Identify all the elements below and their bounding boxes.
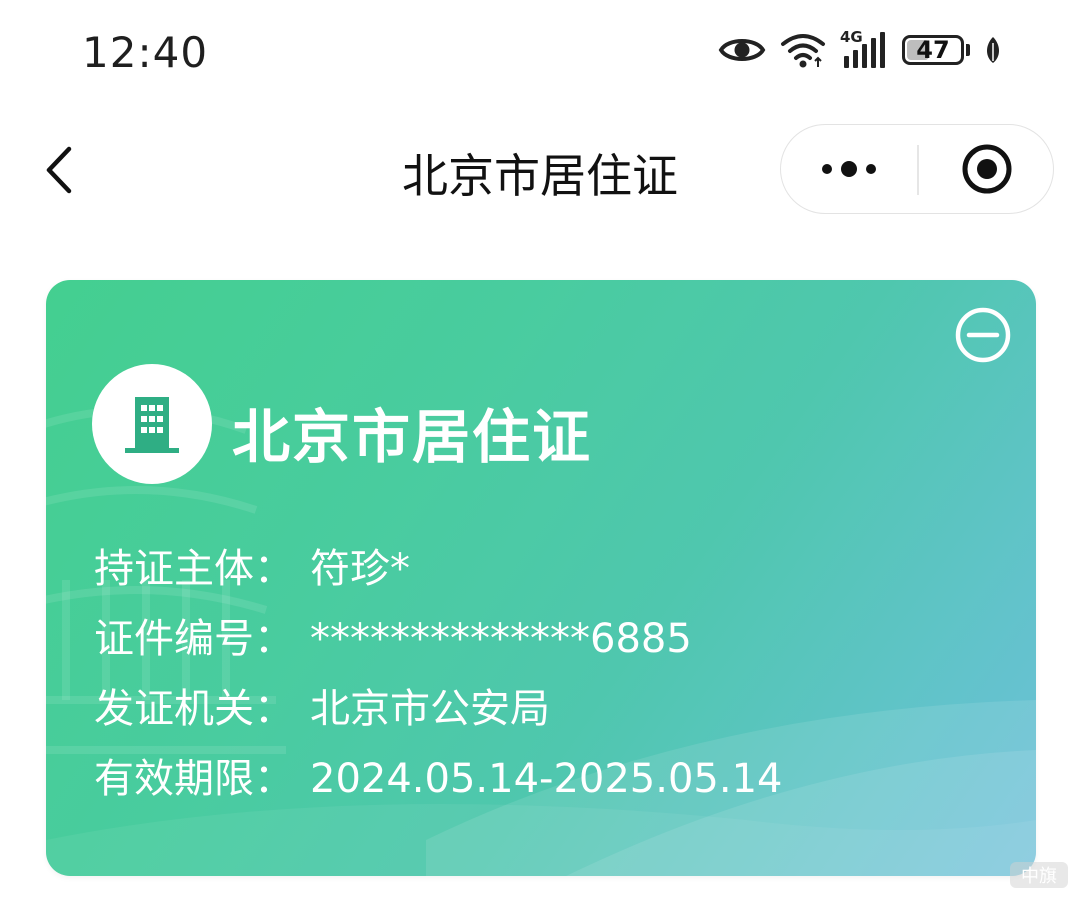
field-label: 持证主体： [94, 546, 294, 592]
card-fields: 持证主体： 符珍* 证件编号： **************6885 发证机关：… [94, 536, 782, 816]
status-icons: 4G 47 [718, 30, 1002, 70]
field-value: 2024.05.14-2025.05.14 [310, 756, 783, 802]
building-icon [125, 397, 179, 453]
field-value: 符珍* [310, 546, 410, 592]
field-validity: 有效期限： 2024.05.14-2025.05.14 [94, 746, 782, 816]
field-id-number: 证件编号： **************6885 [94, 606, 782, 676]
card-title: 北京市居住证 [232, 403, 593, 471]
cellular-status: 4G [840, 30, 888, 70]
battery-icon: 47 [902, 35, 964, 65]
field-holder: 持证主体： 符珍* [94, 536, 782, 606]
signal-icon [844, 32, 885, 68]
nav-bar: 北京市居住证 [0, 110, 1080, 230]
watermark: 中旗 [1010, 862, 1068, 888]
field-value: 北京市公安局 [310, 686, 550, 732]
field-label: 发证机关： [94, 686, 294, 732]
field-label: 证件编号： [94, 616, 294, 662]
battery-level: 47 [916, 36, 950, 64]
eye-icon [718, 39, 766, 61]
field-value: **************6885 [310, 616, 692, 662]
field-label: 有效期限： [94, 756, 294, 802]
mini-program-capsule [780, 124, 1054, 214]
close-mini-program-button[interactable] [919, 125, 1055, 213]
leaf-icon [987, 37, 999, 63]
residence-permit-card[interactable]: 北京市居住证 持证主体： 符珍* 证件编号： **************688… [46, 280, 1036, 876]
card-logo [92, 364, 212, 484]
wifi-icon [781, 34, 825, 68]
more-button[interactable] [781, 125, 917, 213]
more-dots-icon [822, 161, 876, 177]
field-issuing-authority: 发证机关： 北京市公安局 [94, 676, 782, 746]
status-time: 12:40 [82, 28, 209, 77]
target-close-icon [962, 144, 1012, 194]
minus-circle-icon [955, 307, 1011, 363]
collapse-button[interactable] [954, 306, 1012, 364]
status-bar: 12:40 4G 47 [0, 0, 1080, 100]
battery-tip [966, 44, 970, 56]
